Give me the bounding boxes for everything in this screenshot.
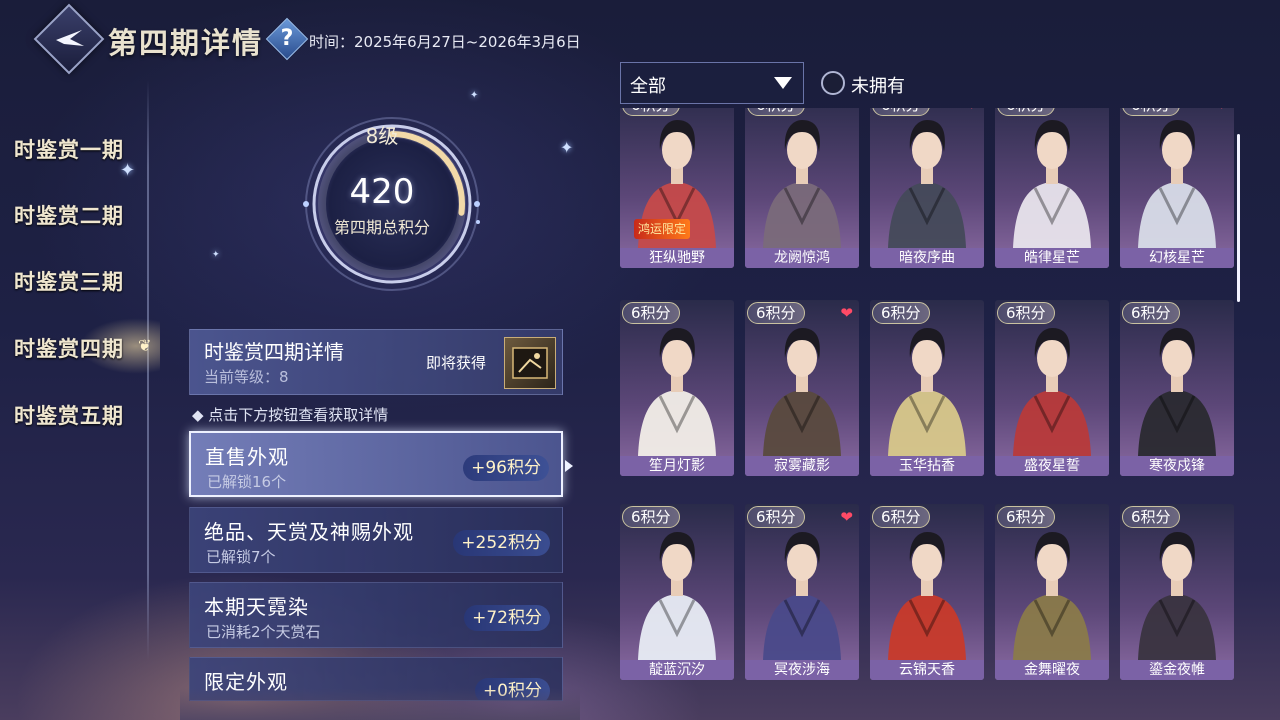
outfit-name: 冥夜涉海 [745, 660, 859, 680]
outfit-card[interactable]: 6积分 ❤ 幻核星芒 [1120, 108, 1234, 268]
outfit-card[interactable]: 6积分龙阙惊鸿 [745, 108, 859, 268]
outfit-points: 6积分 [622, 506, 680, 528]
sparkle-icon: ✦ [212, 250, 220, 260]
category-points: +72积分 [464, 605, 550, 631]
character-portrait [888, 120, 966, 248]
outfit-points: 6积分 [747, 506, 805, 528]
outfit-points: 6积分 [872, 506, 930, 528]
event-time: 时间：2025年6月27日~2026年3月6日 [309, 33, 581, 51]
category-points: +252积分 [453, 530, 550, 556]
question-icon[interactable]: ? [272, 22, 302, 56]
character-portrait [763, 120, 841, 248]
outfit-card[interactable]: 6积分靛蓝沉汐 [620, 504, 734, 680]
outfit-name: 盛夜星誓 [995, 456, 1109, 476]
outfit-grid: 6积分鸿运限定狂纵驰野6积分龙阙惊鸿6积分❤暗夜序曲6积分皓律星芒6积分❤幻核星… [616, 108, 1242, 692]
outfit-points: 6积分 [997, 108, 1055, 116]
nav-item-period-2[interactable]: 时鉴赏二期 [14, 200, 124, 230]
outfit-points: 6积分 [622, 302, 680, 324]
outfit-name: 靛蓝沉汐 [620, 660, 734, 680]
active-leaf-icon: ❦ [138, 336, 152, 355]
current-level: 当前等级：8 [204, 368, 289, 386]
outfit-points: 6积分 [1122, 302, 1180, 324]
outfit-name: 龙阙惊鸿 [745, 248, 859, 268]
score-label: 第四期总积分 [333, 218, 430, 237]
outfit-card[interactable]: 6积分云锦天香 [870, 504, 984, 680]
outfit-name: 云锦天香 [870, 660, 984, 680]
outfit-card[interactable]: 6积分 ❤ 冥夜涉海 [745, 504, 859, 680]
outfit-name: 狂纵驰野 [620, 248, 734, 268]
category-direct-sale[interactable]: 直售外观 已解锁16个 +96积分 [189, 431, 563, 497]
outfit-card[interactable]: 6积分玉华拈香 [870, 300, 984, 476]
soon-label: 即将获得 [426, 354, 487, 372]
filter-selected: 全部 [630, 76, 666, 97]
outfit-points: 6积分 [622, 108, 680, 116]
unowned-label[interactable]: 未拥有 [851, 72, 905, 98]
outfit-name: 皓律星芒 [995, 248, 1109, 268]
category-points: +96积分 [463, 455, 549, 481]
sparkle-icon: ✦ [560, 138, 574, 157]
nav-item-period-1[interactable]: 时鉴赏一期 [14, 134, 124, 164]
back-arrow-icon [56, 30, 84, 46]
category-dye[interactable]: 本期天霓染 已消耗2个天赏石 +72积分 [189, 582, 563, 648]
category-premium[interactable]: 绝品、天赏及神赐外观 已解锁7个 +252积分 [189, 507, 563, 573]
outfit-name: 笙月灯影 [620, 456, 734, 476]
outfit-name: 鎏金夜帷 [1120, 660, 1234, 680]
page-title: 第四期详情 [108, 26, 264, 60]
outfit-points: 6积分 [1122, 506, 1180, 528]
outfit-card[interactable]: 6积分鎏金夜帷 [1120, 504, 1234, 680]
hint-text: ◆ 点击下方按钮查看获取详情 [192, 406, 389, 424]
outfit-card[interactable]: 6积分盛夜星誓 [995, 300, 1109, 476]
outfit-card[interactable]: 6积分皓律星芒 [995, 108, 1109, 268]
active-arrow-icon [565, 460, 573, 472]
category-title: 本期天霓染 [204, 595, 309, 619]
outfit-points: 6积分 [747, 108, 805, 116]
grid-scrollbar[interactable] [1237, 134, 1240, 302]
outfit-card[interactable]: 6积分金舞曜夜 [995, 504, 1109, 680]
outfit-card[interactable]: 6积分寒夜戍锋 [1120, 300, 1234, 476]
character-portrait [1138, 120, 1216, 248]
outfit-name: 暗夜序曲 [870, 248, 984, 268]
upcoming-reward-item[interactable] [504, 337, 556, 389]
category-title: 绝品、天赏及神赐外观 [204, 520, 414, 544]
sparkle-icon: ✦ [470, 90, 479, 101]
level-label: 8级 [365, 124, 399, 148]
outfit-name: 寒夜戍锋 [1120, 456, 1234, 476]
character-portrait [1013, 120, 1091, 248]
nav-item-period-4[interactable]: 时鉴赏四期 [14, 333, 124, 363]
category-title: 直售外观 [205, 445, 289, 469]
limited-badge: 鸿运限定 [634, 219, 691, 239]
heart-icon: ❤ [840, 304, 853, 322]
outfit-card[interactable]: 6积分鸿运限定狂纵驰野 [620, 108, 734, 268]
outfit-card[interactable]: 6积分 ❤ 寂雾藏影 [745, 300, 859, 476]
category-sub: 已解锁16个 [207, 473, 287, 491]
outfit-card[interactable]: 6积分笙月灯影 [620, 300, 734, 476]
outfit-name: 寂雾藏影 [745, 456, 859, 476]
outfit-points: 6积分 [997, 302, 1055, 324]
outfit-points: 6积分 [997, 506, 1055, 528]
outfit-points: 6积分 [747, 302, 805, 324]
outfit-name: 幻核星芒 [1120, 248, 1234, 268]
nav-item-period-5: 时鉴赏五期 [14, 403, 124, 428]
outfit-name: 玉华拈香 [870, 456, 984, 476]
outfit-card[interactable]: 6积分 ❤ 暗夜序曲 [870, 108, 984, 268]
category-sub: 已消耗2个天赏石 [206, 623, 321, 641]
nav-item-period-3[interactable]: 时鉴赏三期 [14, 266, 124, 296]
outfit-name: 金舞曜夜 [995, 660, 1109, 680]
reward-icon [512, 347, 548, 379]
total-score: 420 [349, 172, 415, 212]
unowned-radio[interactable] [821, 71, 845, 95]
heart-icon: ❤ [965, 108, 978, 114]
heart-icon: ❤ [840, 508, 853, 526]
detail-title: 时鉴赏四期详情 [204, 340, 344, 364]
outfit-points: 6积分 [872, 108, 930, 116]
category-sub: 已解锁7个 [206, 548, 276, 566]
outfit-points: 6积分 [1122, 108, 1180, 116]
list-fade [180, 688, 580, 720]
heart-icon: ❤ [1215, 108, 1228, 114]
chevron-down-icon [774, 77, 792, 89]
outfit-points: 6积分 [872, 302, 930, 324]
